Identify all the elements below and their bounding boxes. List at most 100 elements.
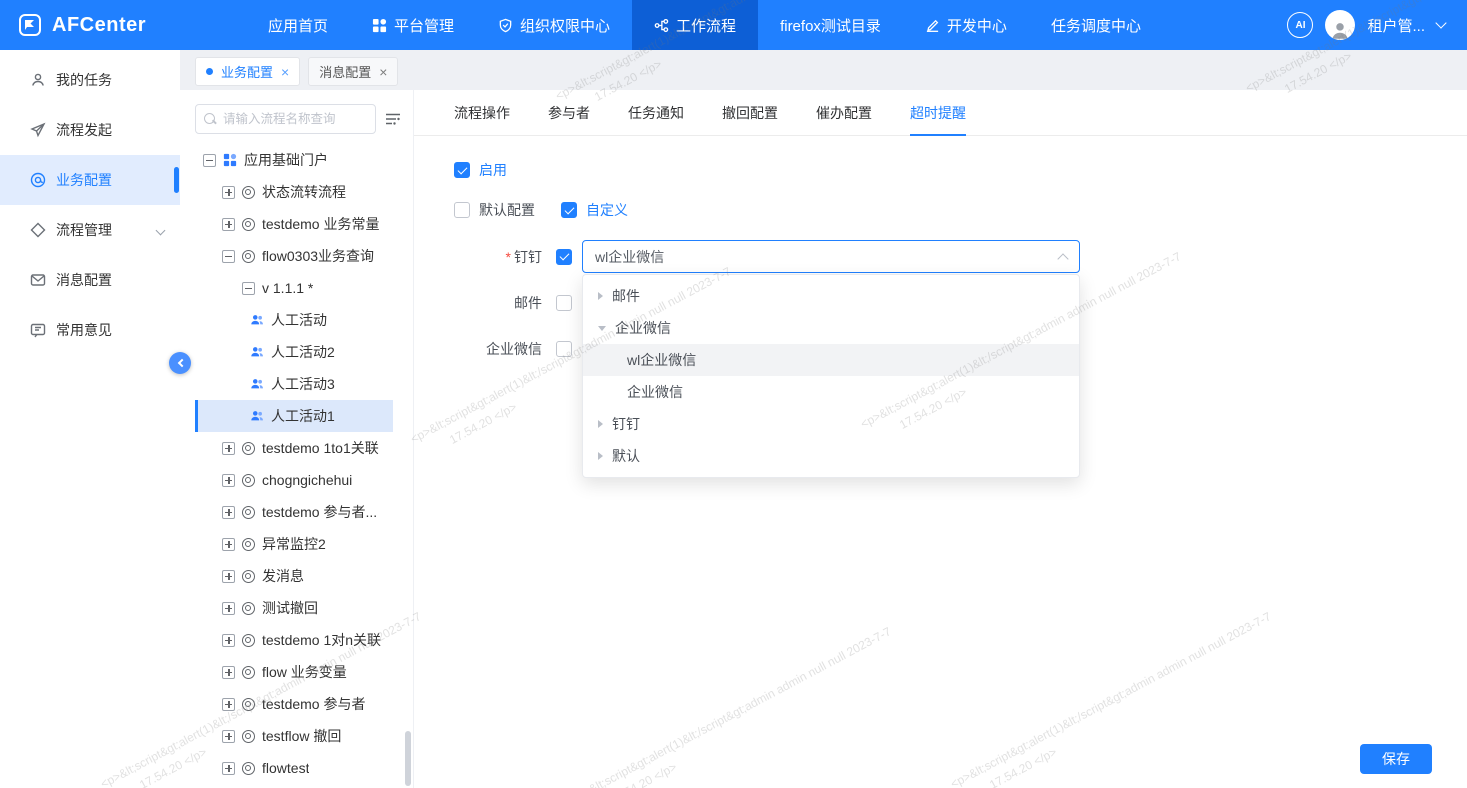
sidebar-item-message-config[interactable]: 消息配置: [0, 255, 180, 305]
tree-item[interactable]: 人工活动: [195, 304, 393, 336]
default-config-checkbox[interactable]: [454, 202, 470, 218]
filter-icon[interactable]: [385, 112, 401, 126]
tree-item[interactable]: flowtest: [195, 752, 393, 784]
caret-right-icon[interactable]: [598, 452, 603, 460]
apps-icon: [223, 153, 237, 167]
nav-item-dev-center[interactable]: 开发中心: [903, 0, 1029, 50]
nav-item-workflow[interactable]: 工作流程: [632, 0, 758, 50]
wechat-checkbox[interactable]: [556, 341, 572, 357]
dropdown-option-wechat-group[interactable]: 企业微信: [583, 312, 1079, 344]
tree-item-label: 异常监控2: [262, 534, 326, 554]
tree-scrollbar-thumb[interactable]: [405, 731, 411, 786]
dropdown-option-wechat[interactable]: 企业微信: [583, 376, 1079, 408]
tab-task-notification[interactable]: 任务通知: [628, 90, 684, 135]
nav-label: 平台管理: [394, 15, 454, 36]
tree-item[interactable]: 发消息: [195, 560, 393, 592]
expand-toggle-icon[interactable]: [222, 506, 235, 519]
caret-right-icon[interactable]: [598, 292, 603, 300]
dingtalk-checkbox[interactable]: [556, 249, 572, 265]
sidebar-item-business-config[interactable]: 业务配置: [0, 155, 180, 205]
dropdown-option-wl-wechat[interactable]: wl企业微信: [583, 344, 1079, 376]
tree-item[interactable]: testdemo 1to1关联: [195, 432, 393, 464]
page-tab-message-config[interactable]: 消息配置: [308, 57, 398, 86]
expand-toggle-icon[interactable]: [222, 730, 235, 743]
chevron-down-icon[interactable]: [1435, 17, 1446, 28]
tree-item-label: flowtest: [262, 760, 309, 776]
search-icon: [204, 113, 217, 126]
tab-timeout-reminder[interactable]: 超时提醒: [910, 90, 966, 135]
expand-toggle-icon[interactable]: [222, 570, 235, 583]
close-icon[interactable]: [281, 65, 289, 79]
tree-item[interactable]: 应用基础门户: [195, 144, 393, 176]
tree-item[interactable]: testdemo 1对n关联: [195, 624, 393, 656]
tab-process-operations[interactable]: 流程操作: [454, 90, 510, 135]
caret-right-icon[interactable]: [598, 420, 603, 428]
people-icon: [250, 377, 264, 391]
page-tab-label: 业务配置: [221, 62, 273, 81]
sidebar-item-my-tasks[interactable]: 我的任务: [0, 55, 180, 105]
save-button[interactable]: 保存: [1360, 744, 1432, 774]
dropdown-option-mail[interactable]: 邮件: [583, 280, 1079, 312]
expand-toggle-icon[interactable]: [222, 186, 235, 199]
expand-toggle-icon[interactable]: [222, 538, 235, 551]
mail-checkbox[interactable]: [556, 295, 572, 311]
tree-item[interactable]: flow0303业务查询: [195, 240, 393, 272]
dropdown-option-default[interactable]: 默认: [583, 440, 1079, 472]
collapse-toggle-icon[interactable]: [222, 250, 235, 263]
expand-toggle-icon[interactable]: [222, 474, 235, 487]
process-icon: [242, 602, 255, 615]
tree-item[interactable]: testflow 撤回: [195, 720, 393, 752]
tab-urge-config[interactable]: 催办配置: [816, 90, 872, 135]
nav-item-app-home[interactable]: 应用首页: [246, 0, 350, 50]
nav-item-org-auth-center[interactable]: 组织权限中心: [476, 0, 632, 50]
tree-item[interactable]: testdemo 参与者: [195, 688, 393, 720]
sidebar-item-common-opinions[interactable]: 常用意见: [0, 305, 180, 355]
tree-item[interactable]: 状态流转流程: [195, 176, 393, 208]
tree-item[interactable]: 人工活动3: [195, 368, 393, 400]
tree-item[interactable]: chogngichehui: [195, 464, 393, 496]
expand-toggle-icon[interactable]: [222, 762, 235, 775]
tab-participants[interactable]: 参与者: [548, 90, 590, 135]
people-icon: [250, 345, 264, 359]
dropdown-option-dingtalk[interactable]: 钉钉: [583, 408, 1079, 440]
expand-toggle-icon[interactable]: [222, 218, 235, 231]
collapse-sidebar-button[interactable]: [169, 352, 191, 374]
close-icon[interactable]: [379, 65, 387, 79]
avatar[interactable]: [1325, 10, 1355, 40]
nav-item-platform-mgmt[interactable]: 平台管理: [350, 0, 476, 50]
expand-toggle-icon[interactable]: [222, 666, 235, 679]
ai-assistant-icon[interactable]: AI: [1287, 12, 1313, 38]
brand[interactable]: AFCenter: [0, 13, 180, 37]
tree-item[interactable]: testdemo 参与者...: [195, 496, 393, 528]
top-nav: 应用首页 平台管理 组织权限中心 工作流程 firefox测试目录 开发中心: [246, 0, 1163, 50]
expand-toggle-icon[interactable]: [222, 602, 235, 615]
tab-withdraw-config[interactable]: 撤回配置: [722, 90, 778, 135]
tree-item[interactable]: flow 业务变量: [195, 656, 393, 688]
collapse-toggle-icon[interactable]: [242, 282, 255, 295]
collapse-toggle-icon[interactable]: [203, 154, 216, 167]
user-name[interactable]: 租户管...: [1367, 15, 1425, 36]
expand-toggle-icon[interactable]: [222, 634, 235, 647]
search-input[interactable]: [223, 112, 367, 126]
tree-item-label: 人工活动: [271, 310, 327, 330]
tree-item[interactable]: 异常监控2: [195, 528, 393, 560]
process-icon: [242, 506, 255, 519]
notify-channel-select[interactable]: wl企业微信: [582, 240, 1080, 273]
tree-item[interactable]: testdemo 业务常量: [195, 208, 393, 240]
sidebar-item-process-start[interactable]: 流程发起: [0, 105, 180, 155]
tree-item-label: 人工活动1: [271, 406, 335, 426]
tree-item[interactable]: v 1.1.1 *: [195, 272, 393, 304]
nav-item-firefox-test-dir[interactable]: firefox测试目录: [758, 0, 903, 50]
expand-toggle-icon[interactable]: [222, 698, 235, 711]
custom-checkbox[interactable]: [561, 202, 577, 218]
sidebar-item-process-mgmt[interactable]: 流程管理: [0, 205, 180, 255]
tree-item-selected[interactable]: 人工活动1: [195, 400, 393, 432]
nav-item-task-schedule-center[interactable]: 任务调度中心: [1029, 0, 1163, 50]
tree-item[interactable]: 人工活动2: [195, 336, 393, 368]
page-tab-business-config[interactable]: 业务配置: [195, 57, 300, 86]
caret-down-icon[interactable]: [598, 326, 606, 331]
option-label: 企业微信: [615, 318, 671, 338]
expand-toggle-icon[interactable]: [222, 442, 235, 455]
enable-checkbox[interactable]: [454, 162, 470, 178]
tree-item[interactable]: 测试撤回: [195, 592, 393, 624]
